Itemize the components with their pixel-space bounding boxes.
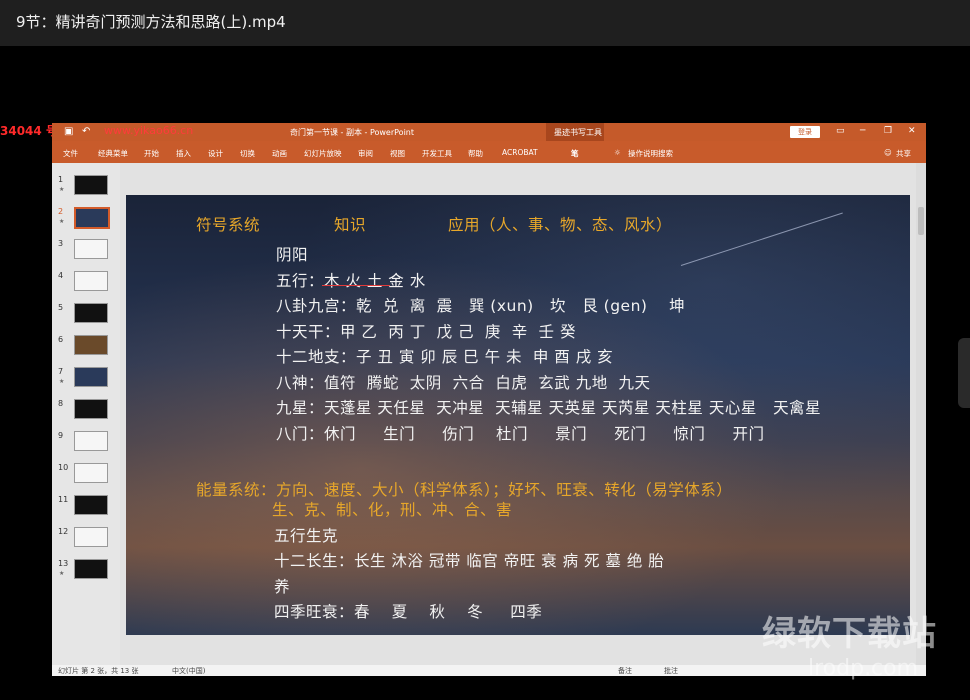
lightbulb-icon: ☼ xyxy=(614,148,621,157)
side-panel-handle[interactable] xyxy=(958,338,970,408)
tab-animations[interactable]: 动画 xyxy=(272,148,287,159)
line-wuxing-shengke: 五行生克 xyxy=(274,527,339,545)
video-title-bar: 9节：精讲奇门预测方法和思路(上).mp4 xyxy=(0,0,970,46)
tab-file[interactable]: 文件 xyxy=(63,148,78,159)
undo-icon[interactable]: ↶ xyxy=(82,126,90,137)
vertical-scrollbar[interactable] xyxy=(916,163,926,665)
line-yinyang: 阴阳 xyxy=(276,246,309,264)
thumbnail-slide-13[interactable]: 13 ★ xyxy=(52,557,120,585)
header-application: 应用（人、事、物、态、风水） xyxy=(448,216,673,234)
thumbnail-image xyxy=(74,431,108,451)
tab-acrobat[interactable]: ACROBAT xyxy=(502,148,538,157)
line-siji: 四季旺衰：春 夏 秋 冬 四季 xyxy=(274,603,543,621)
line-wuxing: 五行：木 火 土 金 水 xyxy=(276,272,426,290)
line-jiuxing: 九星：天蓬星 天任星 天冲星 天辅星 天英星 天芮星 天柱星 天心星 天禽星 xyxy=(276,399,822,417)
thumbnail-slide-12[interactable]: 12 xyxy=(52,525,120,553)
thumbnail-image xyxy=(74,559,108,579)
powerpoint-window: ▣ ↶ 奇门第一节课 - 副本 - PowerPoint 墨迹书写工具 登录 ▭… xyxy=(52,123,926,676)
thumbnail-slide-11[interactable]: 11 xyxy=(52,493,120,521)
overlay-red-text: 34044 号 xyxy=(0,124,58,138)
thumbnail-slide-10[interactable]: 10 xyxy=(52,461,120,489)
video-title: 9节：精讲奇门预测方法和思路(上).mp4 xyxy=(16,13,286,31)
thumbnail-slide-3[interactable]: 3 xyxy=(52,237,120,265)
status-language[interactable]: 中文(中国) xyxy=(172,666,205,676)
tab-slideshow[interactable]: 幻灯片放映 xyxy=(304,148,342,159)
thumbnail-image xyxy=(74,463,108,483)
line-bashen: 八神：值符 腾蛇 太阴 六合 白虎 玄武 九地 九天 xyxy=(276,374,651,392)
header-symbol-system: 符号系统 xyxy=(196,216,261,234)
notes-button[interactable]: 备注 xyxy=(618,666,632,676)
line-energy: 能量系统：方向、速度、大小（科学体系）；好坏、旺衰、转化（易学体系） xyxy=(196,481,733,499)
thumbnail-slide-5[interactable]: 5 xyxy=(52,301,120,329)
thumbnail-slide-6[interactable]: 6 xyxy=(52,333,120,361)
ribbon-tabs: 文件 经典菜单 开始 插入 设计 切换 动画 幻灯片放映 审阅 视图 开发工具 … xyxy=(52,141,926,163)
comments-button[interactable]: 批注 xyxy=(664,666,678,676)
current-slide[interactable]: 符号系统 知识 应用（人、事、物、态、风水） 阴阳 五行：木 火 土 金 水 八… xyxy=(126,195,910,635)
scrollbar-thumb[interactable] xyxy=(918,207,924,235)
tab-view[interactable]: 视图 xyxy=(390,148,405,159)
thumbnail-slide-1[interactable]: 1 ★ xyxy=(52,173,120,201)
thumbnail-image xyxy=(74,367,108,387)
line-yang: 养 xyxy=(274,578,291,596)
thumbnail-image xyxy=(74,271,108,291)
animation-star-icon: ★ xyxy=(59,570,65,577)
thumbnail-image xyxy=(74,399,108,419)
ink-underline xyxy=(322,285,390,286)
document-title: 奇门第一节课 - 副本 - PowerPoint xyxy=(290,128,414,137)
tab-insert[interactable]: 插入 xyxy=(176,148,191,159)
tab-help[interactable]: 帮助 xyxy=(468,148,483,159)
thumbnail-slide-8[interactable]: 8 xyxy=(52,397,120,425)
thumbnail-image xyxy=(74,239,108,259)
tab-design[interactable]: 设计 xyxy=(208,148,223,159)
thumbnail-image xyxy=(74,207,110,229)
share-button[interactable]: 共享 xyxy=(896,148,911,159)
tell-me-search[interactable]: 操作说明搜索 xyxy=(628,148,673,159)
line-dizhi: 十二地支：子 丑 寅 卯 辰 巳 午 未 申 酉 戌 亥 xyxy=(276,348,614,366)
line-energy-sub: 生、克、制、化，刑、冲、合、害 xyxy=(272,501,513,519)
line-changsheng: 十二长生：长生 沐浴 冠带 临官 帝旺 衰 病 死 墓 绝 胎 xyxy=(274,552,665,570)
overlay-url: www.yikao66.cn xyxy=(104,124,194,137)
tab-review[interactable]: 审阅 xyxy=(358,148,373,159)
thumbnail-slide-2[interactable]: 2 ★ xyxy=(52,205,120,233)
thumbnail-image xyxy=(74,303,108,323)
thumbnail-slide-4[interactable]: 4 xyxy=(52,269,120,297)
thumbnail-slide-9[interactable]: 9 xyxy=(52,429,120,457)
slide-thumbnails-pane: 1 ★ 2 ★ 3 4 5 6 7 ★ 8 9 10 11 12 13 ★ xyxy=(52,163,120,665)
ribbon-display-icon[interactable]: ▭ xyxy=(836,126,845,136)
status-slide-count: 幻灯片 第 2 张，共 13 张 xyxy=(58,667,139,675)
thumbnail-slide-7[interactable]: 7 ★ xyxy=(52,365,120,393)
header-knowledge: 知识 xyxy=(334,216,367,234)
watermark-url: lrodp.com xyxy=(808,656,919,681)
watermark-text: 绿软下载站 xyxy=(762,614,937,654)
thumbnail-image xyxy=(74,495,108,515)
animation-star-icon: ★ xyxy=(59,186,65,193)
line-bagua: 八卦九宫：乾 兑 离 震 巽 (xun) 坎 艮 (gen) 坤 xyxy=(276,297,686,315)
user-icon: ☺ xyxy=(884,148,892,157)
restore-icon[interactable]: ❐ xyxy=(884,126,892,136)
animation-star-icon: ★ xyxy=(59,218,65,225)
tab-developer[interactable]: 开发工具 xyxy=(422,148,452,159)
tab-classic-menu[interactable]: 经典菜单 xyxy=(98,148,128,159)
animation-star-icon: ★ xyxy=(59,378,65,385)
tab-home[interactable]: 开始 xyxy=(144,148,159,159)
tab-transitions[interactable]: 切换 xyxy=(240,148,255,159)
line-tiangan: 十天干：甲 乙 丙 丁 戊 己 庚 辛 壬 癸 xyxy=(276,323,576,341)
login-button[interactable]: 登录 xyxy=(790,126,820,138)
minimize-icon[interactable]: ─ xyxy=(860,126,865,136)
line-bamen: 八门：休门 生门 伤门 杜门 景门 死门 惊门 开门 xyxy=(276,425,765,443)
thumbnail-image xyxy=(74,527,108,547)
thumbnail-image xyxy=(74,335,108,355)
ink-tools-title: 墨迹书写工具 xyxy=(554,128,602,137)
thumbnail-image xyxy=(74,175,108,195)
status-bar: 幻灯片 第 2 张，共 13 张 中文(中国) 备注 批注 xyxy=(52,665,926,676)
tab-pen[interactable]: 笔 xyxy=(571,148,579,159)
close-icon[interactable]: ✕ xyxy=(908,126,916,136)
save-icon[interactable]: ▣ xyxy=(64,126,73,137)
